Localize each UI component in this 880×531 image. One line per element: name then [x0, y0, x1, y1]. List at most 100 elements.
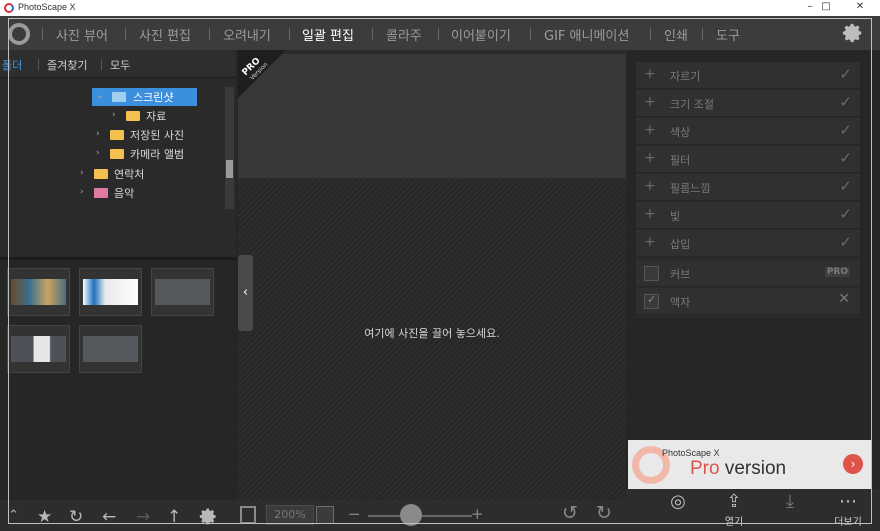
- tool-light[interactable]: + 빛 ✓: [636, 202, 860, 229]
- maximize-button[interactable]: □: [811, 0, 841, 16]
- menu-batch-edit[interactable]: 일괄 편집: [302, 25, 354, 44]
- tool-label: 삽입: [670, 238, 691, 251]
- menu-separator: [125, 28, 126, 40]
- settings-gear-icon[interactable]: [199, 507, 218, 526]
- batch-edit-canvas: 여기에 사진을 끌어 놓으세요.: [238, 50, 626, 500]
- tree-scrollbar[interactable]: [225, 87, 234, 209]
- tab-favorites[interactable]: 즐겨찾기: [47, 57, 87, 73]
- tool-color[interactable]: + 색상 ✓: [636, 118, 860, 145]
- collapse-up-icon[interactable]: ⌃: [8, 508, 19, 523]
- zoom-in-icon[interactable]: +: [471, 505, 484, 523]
- tool-insert[interactable]: + 삽입 ✓: [636, 230, 860, 257]
- rotate-right-icon[interactable]: ↻: [596, 502, 612, 524]
- arrow-left-icon[interactable]: ←: [102, 507, 116, 527]
- menu-cut-out[interactable]: 오려내기: [223, 25, 271, 44]
- chevron-right-icon[interactable]: ›: [80, 187, 84, 197]
- star-icon[interactable]: ★: [37, 507, 52, 527]
- menu-gif-animation[interactable]: GIF 애니메이션: [544, 25, 629, 44]
- menu-print[interactable]: 인쇄: [664, 25, 688, 44]
- rotate-left-icon[interactable]: ↺: [562, 502, 578, 524]
- checkmark-icon: ✓: [839, 121, 852, 139]
- tree-node-data[interactable]: › 자료: [112, 107, 212, 125]
- chevron-right-icon[interactable]: ›: [96, 129, 100, 139]
- tree-node-label: 카메라 앨범: [130, 148, 185, 161]
- zoom-level[interactable]: 200%: [266, 505, 314, 525]
- save-button[interactable]: ⤓: [768, 491, 812, 531]
- plus-icon[interactable]: +: [644, 178, 656, 194]
- browser-toolbar: ⌃ ★ ↻ ← → ↑: [0, 500, 236, 531]
- checkmark-icon: ✓: [839, 149, 852, 167]
- remove-icon[interactable]: ✕: [838, 291, 850, 307]
- tool-label: 크기 조절: [670, 98, 714, 111]
- tree-node-camera-album[interactable]: › 카메라 앨범: [96, 145, 221, 163]
- photo-drop-zone[interactable]: 여기에 사진을 끌어 놓으세요.: [238, 180, 626, 500]
- tool-crop[interactable]: + 자르기 ✓: [636, 62, 860, 89]
- chevron-down-icon[interactable]: ⌄: [96, 91, 104, 101]
- tree-node-music[interactable]: › 음악: [80, 184, 200, 202]
- tab-all[interactable]: 모두: [110, 57, 130, 73]
- plus-icon[interactable]: +: [644, 206, 656, 222]
- option-frame[interactable]: ✓ 액자 ✕: [636, 288, 860, 315]
- tool-filter[interactable]: + 필터 ✓: [636, 146, 860, 173]
- tool-label: 필터: [670, 154, 691, 167]
- refresh-icon[interactable]: ↻: [69, 507, 83, 527]
- arrow-up-icon[interactable]: ↑: [167, 507, 181, 527]
- thumbnail-item[interactable]: [79, 325, 142, 373]
- curves-checkbox[interactable]: [644, 266, 659, 281]
- more-icon: ⋯: [839, 491, 857, 512]
- chevron-right-icon[interactable]: ›: [80, 168, 84, 178]
- button-label: 더보기: [834, 517, 862, 528]
- chevron-right-icon[interactable]: ›: [843, 454, 863, 474]
- chevron-right-icon[interactable]: ›: [96, 148, 100, 158]
- tool-resize[interactable]: + 크기 조절 ✓: [636, 90, 860, 117]
- zoom-slider-knob[interactable]: [400, 504, 422, 526]
- banner-version-text: version: [719, 458, 787, 479]
- close-button[interactable]: ✕: [845, 0, 875, 16]
- edit-tools-panel: + 자르기 ✓ + 크기 조절 ✓ + 색상 ✓ + 필터 ✓ + 필름느낌 ✓…: [628, 50, 880, 500]
- option-label: 커브: [670, 268, 691, 281]
- option-curves[interactable]: 커브 PRO: [636, 260, 860, 287]
- scrollbar-thumb[interactable]: [226, 160, 233, 178]
- pro-version-banner[interactable]: PhotoScape X Pro version ›: [628, 440, 872, 489]
- menu-combine[interactable]: 이어붙이기: [451, 25, 511, 44]
- thumbnail-item[interactable]: [79, 268, 142, 316]
- menu-tools[interactable]: 도구: [716, 25, 740, 44]
- option-label: 액자: [670, 296, 691, 309]
- menu-photo-viewer[interactable]: 사진 뷰어: [56, 25, 108, 44]
- frame-checkbox[interactable]: ✓: [644, 293, 659, 309]
- menu-separator: [702, 28, 703, 40]
- open-button[interactable]: ⇪ 열기: [712, 491, 756, 531]
- pro-version-ribbon: PRO Version: [238, 50, 286, 98]
- plus-icon[interactable]: +: [644, 66, 656, 82]
- menu-separator: [372, 28, 373, 40]
- view-mode-icon[interactable]: [240, 506, 256, 524]
- tab-folders[interactable]: 폴더: [2, 57, 22, 73]
- effect-button[interactable]: ◎: [656, 491, 700, 531]
- chevron-right-icon[interactable]: ›: [112, 110, 116, 120]
- plus-icon[interactable]: +: [644, 94, 656, 110]
- plus-icon[interactable]: +: [644, 234, 656, 250]
- settings-gear-icon[interactable]: [842, 22, 864, 44]
- fit-screen-icon[interactable]: [316, 506, 334, 524]
- menu-separator: [289, 28, 290, 40]
- checkmark-icon: ✓: [839, 65, 852, 83]
- tree-node-contacts[interactable]: › 연락처: [80, 165, 200, 183]
- zoom-out-icon[interactable]: −: [348, 505, 361, 523]
- more-button[interactable]: ⋯ 더보기: [826, 491, 870, 531]
- menu-collage[interactable]: 콜라주: [386, 25, 422, 44]
- app-home-icon[interactable]: [8, 23, 30, 45]
- tool-film[interactable]: + 필름느낌 ✓: [636, 174, 860, 201]
- thumbnail-image: [11, 279, 66, 305]
- arrow-right-icon[interactable]: →: [136, 507, 150, 527]
- tree-node-label: 연락처: [114, 168, 145, 181]
- tree-node-screenshots[interactable]: ⌄ 스크린샷: [92, 88, 197, 106]
- plus-icon[interactable]: +: [644, 122, 656, 138]
- tree-node-saved-photos[interactable]: › 저장된 사진: [96, 126, 221, 144]
- collapse-panel-button[interactable]: ‹: [238, 255, 253, 331]
- thumbnail-item[interactable]: [7, 268, 70, 316]
- thumbnail-item[interactable]: [7, 325, 70, 373]
- menu-separator: [650, 28, 651, 40]
- menu-photo-editor[interactable]: 사진 편집: [139, 25, 191, 44]
- thumbnail-item[interactable]: [151, 268, 214, 316]
- plus-icon[interactable]: +: [644, 150, 656, 166]
